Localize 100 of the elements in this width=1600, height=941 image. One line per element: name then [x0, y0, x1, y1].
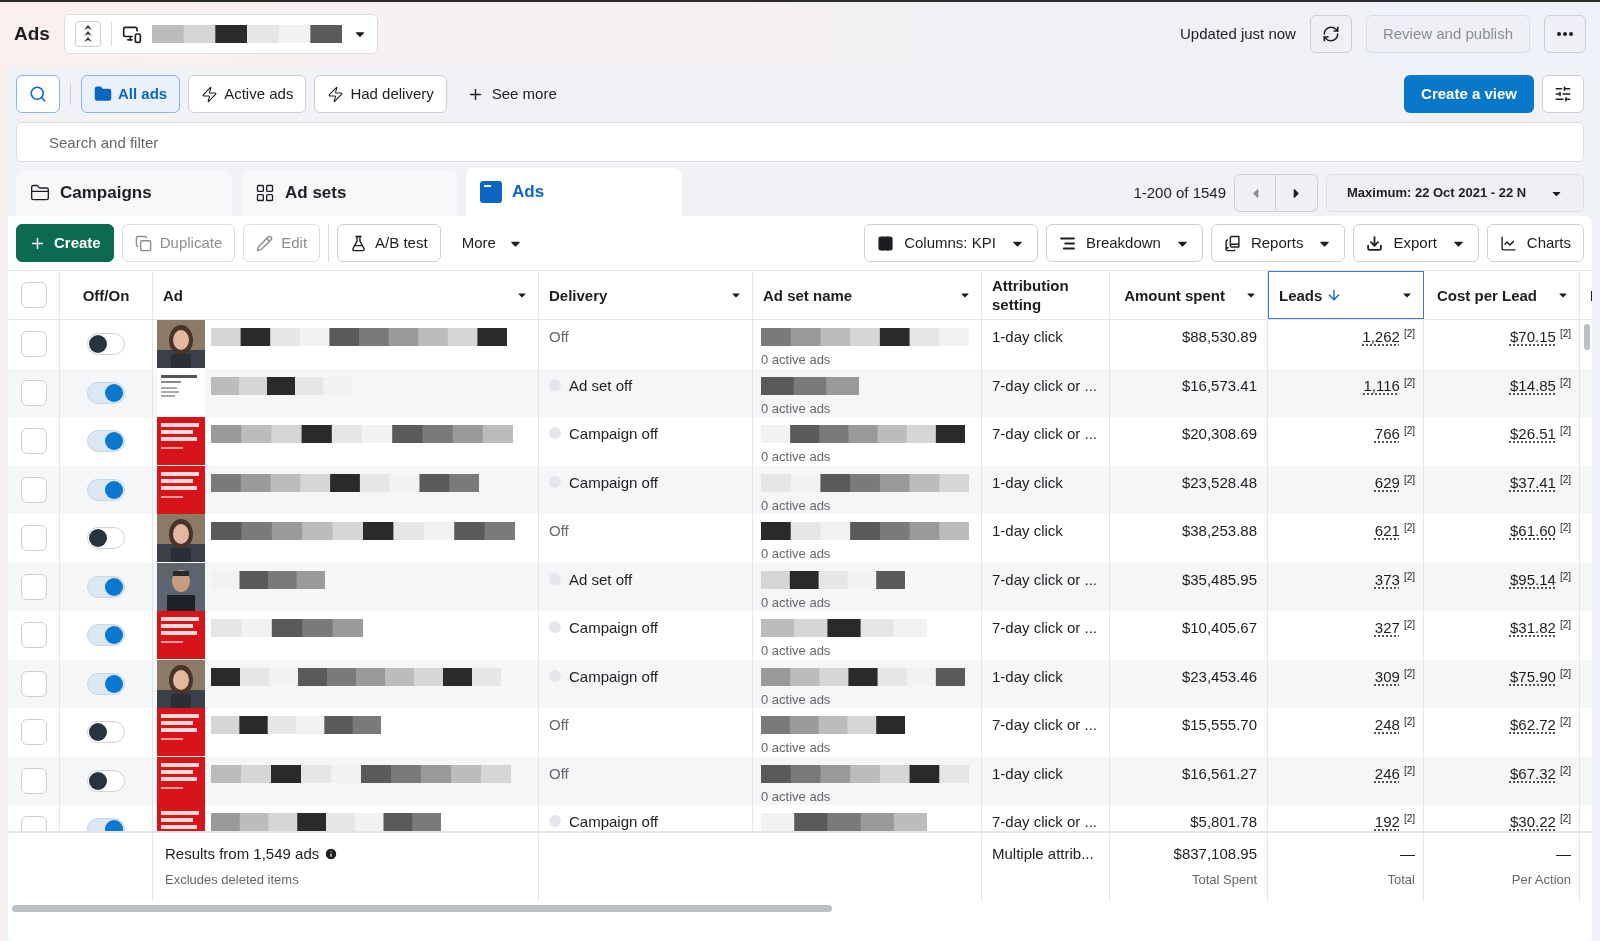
- leads-value[interactable]: 766: [1374, 423, 1400, 466]
- footnote-mark: [2]: [1403, 763, 1415, 778]
- delivery-status: Campaign off: [569, 472, 658, 493]
- columns-icon: [877, 234, 895, 252]
- column-header[interactable]: Cost per Lead: [1424, 271, 1580, 319]
- search-icon: [29, 85, 47, 103]
- cost-per-lead[interactable]: $61.60: [1510, 520, 1556, 563]
- footnote-mark: [2]: [1559, 569, 1571, 584]
- level-tab[interactable]: Ads: [466, 168, 682, 216]
- total-label: Total Spent: [1191, 870, 1257, 889]
- leads-value[interactable]: 248: [1374, 714, 1400, 757]
- row-checkbox[interactable]: [20, 379, 47, 406]
- cost-per-lead[interactable]: $75.90: [1510, 665, 1556, 708]
- active-ads-count: 0 active ads: [761, 351, 832, 369]
- more-button[interactable]: [1544, 15, 1586, 53]
- search-field[interactable]: Search and filter: [16, 122, 1584, 162]
- row-checkbox[interactable]: [20, 525, 47, 552]
- toolbar-button[interactable]: Export: [1353, 224, 1479, 262]
- cost-per-lead[interactable]: $70.15: [1510, 326, 1556, 369]
- toolbar-button[interactable]: Create: [16, 224, 114, 262]
- cost-per-lead[interactable]: $62.72: [1510, 714, 1556, 757]
- see-more-button[interactable]: See more: [454, 75, 569, 113]
- date-range-dropdown[interactable]: Maximum: 22 Oct 2021 - 22 N: [1326, 174, 1584, 212]
- breakdown-icon: [1058, 234, 1076, 252]
- toggle-switch[interactable]: [87, 527, 125, 550]
- leads-value[interactable]: 327: [1374, 617, 1400, 660]
- create-view-button[interactable]: Create a view: [1404, 75, 1534, 113]
- leads-value[interactable]: 246: [1374, 762, 1400, 805]
- select-all-checkbox[interactable]: [20, 282, 47, 308]
- toggle-switch[interactable]: [87, 430, 125, 453]
- cost-per-lead[interactable]: $26.51: [1510, 423, 1556, 466]
- toolbar-button[interactable]: Reports: [1210, 224, 1346, 262]
- amount-spent: $16,561.27: [1181, 764, 1257, 782]
- column-header[interactable]: Leads: [1268, 271, 1424, 319]
- row-checkbox[interactable]: [20, 573, 47, 600]
- cost-per-lead[interactable]: $95.14: [1510, 568, 1556, 611]
- page-title: Ads: [14, 21, 50, 46]
- leads-value[interactable]: 621: [1374, 520, 1400, 563]
- level-tab[interactable]: Ad sets: [241, 170, 457, 216]
- cost-per-lead[interactable]: $14.85: [1510, 374, 1556, 417]
- row-checkbox[interactable]: [20, 331, 47, 358]
- total-label: Per Action: [1511, 870, 1571, 889]
- lightning-icon: [327, 85, 345, 103]
- toolbar-button[interactable]: A/B test: [337, 224, 441, 262]
- cost-per-lead[interactable]: $67.32: [1510, 762, 1556, 805]
- amount-spent: $5,801.78: [1190, 813, 1257, 830]
- delivery-status: Campaign off: [569, 424, 658, 444]
- delivery-status: Off: [549, 521, 569, 541]
- toggle-switch[interactable]: [87, 478, 125, 501]
- filter-chip[interactable]: Had delivery: [314, 75, 447, 113]
- leads-value[interactable]: 1,116: [1363, 374, 1400, 417]
- toggle-switch[interactable]: [87, 721, 125, 744]
- vertical-scrollbar[interactable]: [1584, 324, 1590, 350]
- horizontal-scrollbar[interactable]: [12, 905, 832, 912]
- delivery-status: Campaign off: [569, 618, 658, 638]
- row-checkbox[interactable]: [20, 428, 47, 455]
- row-checkbox[interactable]: [20, 670, 47, 697]
- toolbar-button[interactable]: More: [448, 224, 536, 262]
- toggle-switch[interactable]: [87, 672, 125, 695]
- column-header[interactable]: Amount spent: [1110, 271, 1268, 319]
- account-selector[interactable]: [63, 14, 378, 54]
- attribution-setting: 7-day click or ...: [992, 376, 1098, 394]
- ad-window-icon: [480, 181, 502, 203]
- row-checkbox[interactable]: [20, 476, 47, 503]
- toggle-switch[interactable]: [87, 575, 125, 598]
- search-button[interactable]: [16, 75, 60, 113]
- cost-per-lead[interactable]: $31.82: [1510, 617, 1556, 660]
- attribution-setting: 1-day click: [992, 522, 1063, 539]
- toolbar-button[interactable]: Columns: KPI: [864, 224, 1038, 262]
- leads-value[interactable]: 373: [1374, 568, 1400, 611]
- toggle-switch[interactable]: [87, 381, 125, 404]
- total-leads: —: [1400, 844, 1415, 864]
- filter-chip[interactable]: All ads: [81, 75, 181, 113]
- footnote-mark: [2]: [1403, 424, 1415, 438]
- column-header[interactable]: Delivery: [539, 271, 753, 319]
- toggle-switch[interactable]: [87, 769, 125, 792]
- refresh-button[interactable]: [1309, 15, 1352, 53]
- ad-account-icon: [121, 24, 142, 44]
- column-header[interactable]: Off/On: [60, 271, 153, 319]
- amount-spent: $10,405.67: [1181, 619, 1257, 636]
- level-tab[interactable]: Campaigns: [16, 170, 232, 216]
- filter-chip[interactable]: Active ads: [188, 75, 307, 113]
- row-checkbox[interactable]: [20, 719, 47, 746]
- column-header[interactable]: Ad set name: [753, 271, 982, 319]
- cost-per-lead[interactable]: $30.22: [1510, 811, 1556, 831]
- settings-button[interactable]: [1542, 75, 1584, 113]
- cost-per-lead[interactable]: $37.41: [1510, 471, 1556, 514]
- leads-value[interactable]: 309: [1374, 665, 1400, 708]
- row-checkbox[interactable]: [20, 622, 47, 649]
- leads-value[interactable]: 1,262: [1362, 326, 1400, 369]
- leads-value[interactable]: 192: [1374, 811, 1400, 831]
- toggle-switch[interactable]: [87, 333, 125, 356]
- footnote-mark: [2]: [1559, 375, 1571, 390]
- toolbar-button[interactable]: Charts: [1486, 224, 1584, 262]
- toolbar-button[interactable]: Breakdown: [1045, 224, 1203, 262]
- column-header[interactable]: Ad: [153, 271, 539, 319]
- leads-value[interactable]: 629: [1374, 471, 1400, 514]
- toggle-switch[interactable]: [87, 624, 125, 647]
- row-checkbox[interactable]: [20, 767, 47, 794]
- column-header[interactable]: Attribution setting: [982, 271, 1110, 319]
